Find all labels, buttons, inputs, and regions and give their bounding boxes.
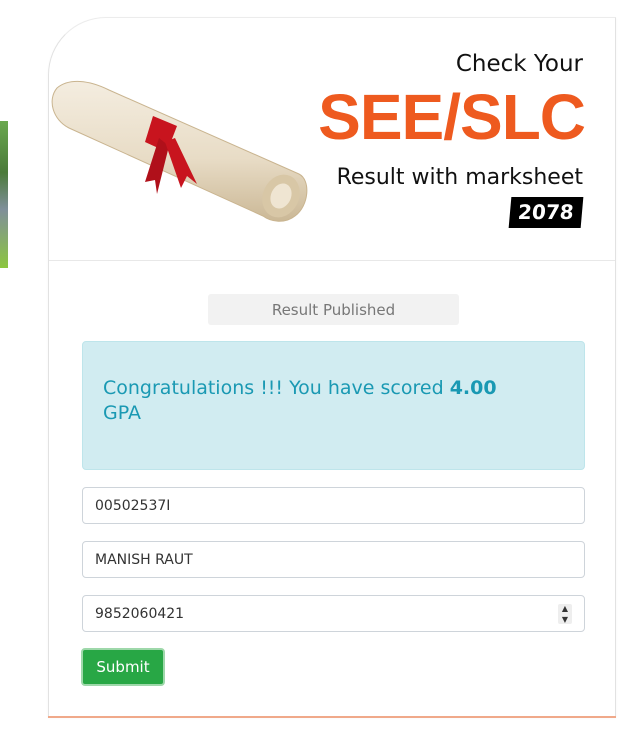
number-spinner[interactable]: ▲ ▼ [558, 604, 572, 624]
result-alert: Congratulations !!! You have scored 4.00… [82, 341, 585, 470]
symbol-number-input[interactable]: 00502537I [82, 487, 585, 524]
status-badge: Result Published [208, 294, 459, 325]
card-header: Check Your SEE/SLC Result with marksheet… [49, 18, 615, 261]
background-photo-edge [0, 121, 8, 268]
symbol-number-value: 00502537I [95, 497, 171, 514]
headline-subtitle: Result with marksheet [336, 165, 583, 190]
card-bottom-accent [48, 716, 616, 718]
name-input[interactable]: MANISH RAUT [82, 541, 585, 578]
phone-input[interactable]: 9852060421 ▲ ▼ [82, 595, 585, 632]
result-card: Check Your SEE/SLC Result with marksheet… [48, 17, 616, 717]
spinner-up-icon[interactable]: ▲ [562, 604, 568, 613]
diploma-scroll-icon [51, 81, 308, 222]
headline-check-your: Check Your [455, 51, 583, 77]
alert-message: Congratulations !!! You have scored [103, 377, 450, 399]
phone-value: 9852060421 [95, 605, 185, 622]
gpa-value: 4.00 [449, 377, 497, 399]
year-badge: 2078 [508, 197, 584, 228]
brand-title: SEE/SLC [318, 81, 586, 153]
submit-button[interactable]: Submit [81, 648, 165, 686]
name-value: MANISH RAUT [95, 551, 193, 568]
alert-unit: GPA [103, 402, 141, 424]
spinner-down-icon[interactable]: ▼ [562, 615, 568, 624]
